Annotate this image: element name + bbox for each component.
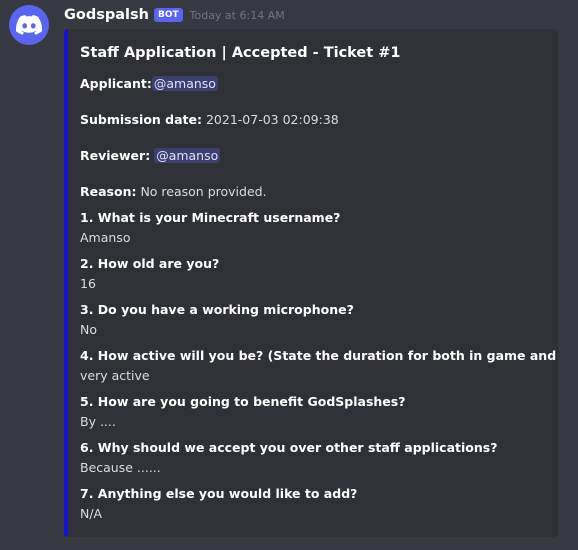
applicant-field: Applicant: @amanso — [80, 76, 218, 91]
timestamp[interactable]: Today at 6:14 AM — [190, 9, 285, 22]
question-3: 3. Do you have a working microphone? — [80, 302, 354, 317]
question-1: 1. What is your Minecraft username? — [80, 210, 341, 225]
answer-3: No — [80, 322, 97, 337]
question-6: 6. Why should we accept you over other s… — [80, 440, 498, 455]
message-header: Godspalsh BOT Today at 6:14 AM — [64, 5, 285, 25]
applicant-mention[interactable]: @amanso — [151, 76, 218, 91]
reviewer-mention[interactable]: @amanso — [154, 148, 221, 163]
answer-5: By .... — [80, 414, 116, 429]
reviewer-label: Reviewer: — [80, 148, 151, 163]
embed: Staff Application | Accepted - Ticket #1… — [64, 29, 558, 537]
reason-field: Reason: No reason provided. — [80, 184, 267, 199]
answer-6: Because ...... — [80, 460, 161, 475]
discord-logo-icon — [16, 15, 42, 35]
question-2: 2. How old are you? — [80, 256, 220, 271]
username[interactable]: Godspalsh — [64, 7, 149, 23]
submission-value: 2021-07-03 02:09:38 — [205, 112, 339, 127]
bot-tag: BOT — [153, 8, 183, 22]
submission-label: Submission date: — [80, 112, 202, 127]
question-7: 7. Anything else you would like to add? — [80, 486, 358, 501]
question-5: 5. How are you going to benefit GodSplas… — [80, 394, 406, 409]
answer-2: 16 — [80, 276, 96, 291]
answer-4: very active — [80, 368, 150, 383]
answer-1: Amanso — [80, 230, 131, 245]
question-4: 4. How active will you be? (State the du… — [80, 348, 558, 363]
reason-label: Reason: — [80, 184, 137, 199]
embed-accent-bar — [64, 29, 68, 537]
answer-7: N/A — [80, 506, 103, 521]
embed-title: Staff Application | Accepted - Ticket #1 — [80, 45, 401, 61]
applicant-label: Applicant: — [80, 76, 152, 91]
reviewer-field: Reviewer: @amanso — [80, 148, 221, 163]
avatar[interactable] — [9, 5, 49, 45]
reason-value: No reason provided. — [140, 184, 267, 199]
submission-field: Submission date: 2021-07-03 02:09:38 — [80, 112, 339, 127]
